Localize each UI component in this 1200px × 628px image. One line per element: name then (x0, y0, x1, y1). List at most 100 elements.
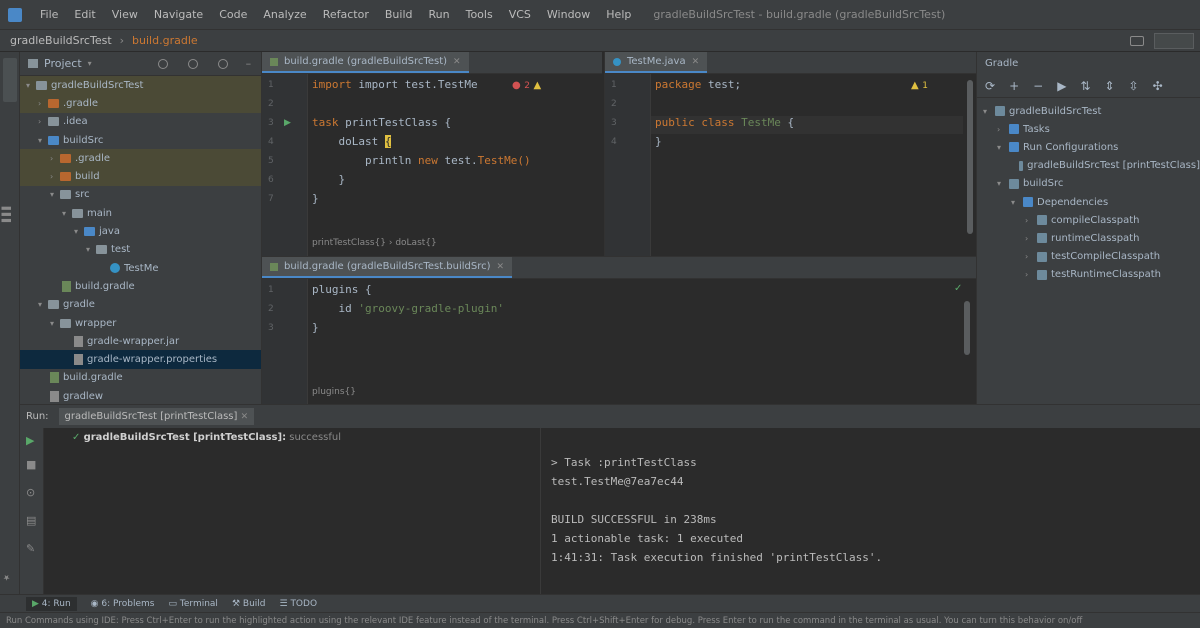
tab-build-gradle-root[interactable]: build.gradle (gradleBuildSrcTest) ✕ (262, 52, 469, 73)
gradle-tree-item[interactable]: › testRuntimeClasspath (977, 266, 1200, 284)
layout-icon[interactable]: ▤ (26, 514, 36, 527)
inspection-widget[interactable]: ● 2 ▲ (512, 78, 541, 91)
refresh-icon[interactable]: ⟳ (985, 79, 995, 93)
editor-scrollbar[interactable] (964, 301, 970, 355)
settings-icon[interactable]: ✣ (1153, 79, 1163, 93)
gradle-tree-item[interactable]: gradleBuildSrcTest [printTestClass] (977, 157, 1200, 175)
chevron-right-icon[interactable]: › (997, 125, 1005, 134)
collapse-icon[interactable] (187, 58, 198, 69)
menu-file[interactable]: File (32, 8, 66, 21)
close-icon[interactable]: ✕ (241, 412, 249, 422)
chevron-right-icon[interactable]: › (50, 154, 58, 163)
editor-bottom-body[interactable]: 1 2 3 plugins { id 'groovy-gradle-plugin… (262, 279, 976, 405)
run-gutter-icon[interactable]: ▶ (284, 118, 291, 128)
project-tree-item[interactable]: ▾ test (20, 241, 261, 259)
pin-icon[interactable]: ✎ (26, 542, 35, 555)
chevron-right-icon[interactable]: › (1025, 270, 1033, 279)
project-tree-item[interactable]: TestMe (20, 259, 261, 277)
close-icon[interactable]: ✕ (497, 262, 505, 272)
inspection-widget[interactable]: ▲ 1 (911, 78, 928, 91)
breadcrumb-file[interactable]: build.gradle (132, 34, 198, 47)
project-tree-item[interactable]: build.gradle (20, 277, 261, 295)
chevron-right-icon[interactable]: › (38, 99, 46, 108)
project-tree-item[interactable]: ▾ main (20, 204, 261, 222)
project-tree-item[interactable]: ▾ gradleBuildSrcTest (20, 76, 261, 95)
close-icon[interactable]: ✕ (692, 57, 700, 67)
locate-icon[interactable] (157, 58, 168, 69)
gradle-tree-item[interactable]: ▾ gradleBuildSrcTest (977, 102, 1200, 120)
run-console[interactable]: > Task :printTestClass test.TestMe@7ea7e… (540, 428, 1200, 594)
gradle-tree-item[interactable]: › runtimeClasspath (977, 229, 1200, 247)
menu-analyze[interactable]: Analyze (255, 8, 314, 21)
project-tool-tab[interactable] (3, 58, 17, 102)
bottom-tab-terminal[interactable]: ▭ Terminal (169, 599, 218, 609)
code-breadcrumb[interactable]: plugins{} (312, 387, 356, 397)
chevron-down-icon[interactable]: ▾ (38, 136, 46, 145)
hide-icon[interactable]: – (246, 57, 252, 70)
project-tree-item[interactable]: ▾ buildSrc (20, 131, 261, 149)
menu-window[interactable]: Window (539, 8, 598, 21)
tab-build-gradle-buildsrc[interactable]: build.gradle (gradleBuildSrcTest.buildSr… (262, 257, 513, 278)
menu-view[interactable]: View (104, 8, 146, 21)
tab-testme-java[interactable]: TestMe.java ✕ (605, 52, 708, 73)
gradle-tree-item[interactable]: ▾ buildSrc (977, 175, 1200, 193)
project-tree-item[interactable]: › build (20, 167, 261, 186)
chevron-right-icon[interactable]: › (38, 117, 46, 126)
project-tree-item[interactable]: ▾ src (20, 186, 261, 204)
execute-task-icon[interactable]: ▶ (1057, 79, 1066, 93)
project-tree-item[interactable]: build.gradle (20, 369, 261, 387)
gear-icon[interactable] (217, 58, 228, 69)
chevron-down-icon[interactable]: ▾ (86, 245, 94, 254)
editor-scrollbar[interactable] (967, 80, 973, 234)
menu-code[interactable]: Code (211, 8, 255, 21)
check-icon[interactable]: ✓ (954, 283, 962, 294)
filter-icon[interactable]: ⊙ (26, 486, 35, 499)
favorites-tool-tab[interactable]: ★ (2, 552, 16, 582)
project-tree-item[interactable]: › .gradle (20, 149, 261, 168)
project-tree-item[interactable]: gradlew (20, 387, 261, 404)
chevron-down-icon[interactable]: ▾ (62, 209, 70, 218)
menu-build[interactable]: Build (377, 8, 421, 21)
project-tree-item[interactable]: ▾ gradle (20, 296, 261, 314)
chevron-down-icon[interactable]: ▾ (74, 227, 82, 236)
gradle-tree-item[interactable]: › compileClasspath (977, 211, 1200, 229)
chevron-right-icon[interactable]: › (1025, 216, 1033, 225)
chevron-right-icon[interactable]: › (1025, 234, 1033, 243)
project-panel-title[interactable]: Project (44, 57, 82, 70)
code-breadcrumb[interactable]: printTestClass{} › doLast{} (312, 238, 437, 248)
structure-tool-tab[interactable]: ▌▌▌ (2, 172, 16, 222)
chevron-down-icon[interactable]: ▾ (983, 107, 991, 116)
menu-vcs[interactable]: VCS (501, 8, 539, 21)
menu-run[interactable]: Run (421, 8, 458, 21)
chevron-right-icon[interactable]: › (1025, 252, 1033, 261)
chevron-right-icon[interactable]: › (50, 172, 58, 181)
project-tree-item[interactable]: ▾ java (20, 222, 261, 240)
project-tree-item[interactable]: gradle-wrapper.properties (20, 350, 261, 369)
toggle-offline-icon[interactable]: ⇅ (1080, 79, 1090, 93)
collapse-all-icon[interactable]: ⇳ (1129, 79, 1139, 93)
chevron-down-icon[interactable]: ▾ (38, 300, 46, 309)
gradle-tree-item[interactable]: ▾ Run Configurations (977, 138, 1200, 156)
chevron-down-icon[interactable]: ▾ (997, 179, 1005, 188)
breadcrumb-project[interactable]: gradleBuildSrcTest (10, 34, 112, 47)
build-hammer-icon[interactable] (1130, 36, 1144, 46)
menu-help[interactable]: Help (598, 8, 639, 21)
rerun-icon[interactable]: ▶ (26, 434, 34, 447)
run-config-selector[interactable] (1154, 33, 1194, 49)
project-tree-item[interactable]: › .idea (20, 113, 261, 131)
menu-refactor[interactable]: Refactor (315, 8, 377, 21)
close-icon[interactable]: ✕ (453, 57, 461, 67)
chevron-down-icon[interactable]: ▾ (1011, 198, 1019, 207)
bottom-tab-todo[interactable]: ☰ TODO (279, 599, 317, 609)
gradle-tree-item[interactable]: ▾ Dependencies (977, 193, 1200, 211)
chevron-down-icon[interactable]: ▾ (26, 81, 34, 90)
gradle-tree-item[interactable]: › testCompileClasspath (977, 248, 1200, 266)
bottom-tab-build[interactable]: ⚒ Build (232, 599, 266, 609)
stop-icon[interactable]: ■ (26, 458, 36, 471)
editor-left-body[interactable]: 1 2 3 4 5 6 7 ▶ import import test.TestM… (262, 74, 602, 256)
chevron-down-icon[interactable]: ▾ (88, 59, 92, 68)
menu-navigate[interactable]: Navigate (146, 8, 211, 21)
project-tree-item[interactable]: ▾ wrapper (20, 314, 261, 332)
chevron-down-icon[interactable]: ▾ (997, 143, 1005, 152)
bottom-tab-run[interactable]: ▶ 4: Run (26, 596, 77, 611)
